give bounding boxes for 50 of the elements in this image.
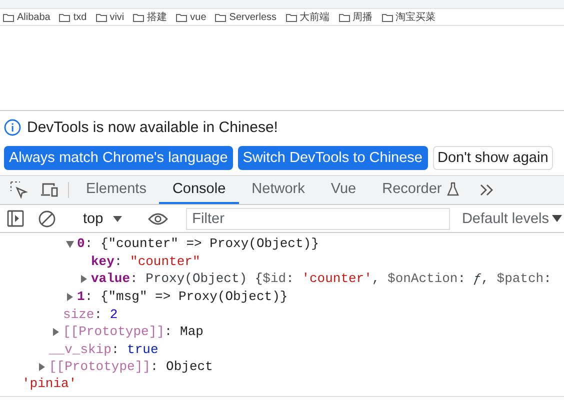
bookmark-link[interactable]: txd: [73, 12, 87, 22]
folder-icon: [3, 12, 14, 22]
bookmark-link[interactable]: vivi: [110, 12, 124, 22]
device-icon[interactable]: [40, 182, 58, 198]
more-tabs-icon[interactable]: [478, 184, 495, 196]
info-bar-button[interactable]: Switch DevTools to Chinese: [238, 146, 428, 170]
property-text: key: "counter": [91, 254, 200, 269]
bookmark-link[interactable]: 周播: [352, 10, 373, 24]
property-text: 0: {"counter" => Proxy(Object)}: [77, 236, 319, 252]
bookmark-link[interactable]: 淘宝买菜: [396, 10, 436, 24]
expanded-arrow-icon[interactable]: [64, 238, 77, 249]
property-text: size: 2: [63, 306, 118, 322]
folder-icon: [338, 12, 350, 22]
panel-tab[interactable]: Elements: [73, 176, 160, 204]
folder-icon: [382, 12, 393, 22]
bookmark-link[interactable]: 大前端: [300, 10, 330, 24]
bookmark-link[interactable]: Serverless: [229, 12, 277, 22]
filter-input[interactable]: Filter: [186, 208, 450, 230]
property-text: [[Prototype]]: Object: [49, 359, 213, 374]
context-dropdown[interactable]: top: [75, 210, 130, 226]
bookmark-link[interactable]: vue: [190, 12, 206, 22]
info-icon: [4, 119, 21, 136]
property-text: __v_skip: true: [49, 342, 158, 357]
panel-tab[interactable]: Console: [159, 176, 239, 204]
folder-icon: [286, 12, 297, 22]
sidebar-toggle-icon[interactable]: [6, 210, 24, 227]
property-text: value: Proxy(Object) {$id: 'counter', $onAction: ƒ, $patch:: [91, 271, 552, 286]
folder-icon: [133, 12, 144, 22]
property-text: [[Prototype]]: Map: [63, 324, 204, 340]
info-bar-button[interactable]: Always match Chrome's language: [4, 146, 233, 170]
panel-tab[interactable]: Network: [238, 176, 318, 204]
bookmark-link[interactable]: 搭建: [147, 10, 168, 24]
folder-icon: [59, 12, 70, 22]
dropdown-caret-icon: [113, 216, 122, 222]
folder-icon: [176, 12, 188, 22]
folder-icon: [96, 12, 107, 22]
inspect-icon[interactable]: [10, 181, 28, 199]
panel-tab[interactable]: Recorder: [369, 176, 472, 204]
bookmark-link[interactable]: Alibaba: [17, 12, 50, 22]
levels-dropdown[interactable]: Default levels: [452, 210, 564, 226]
flask-icon: [446, 182, 459, 196]
panel-tab[interactable]: Vue: [318, 176, 370, 204]
string-value: 'pinia': [21, 376, 78, 393]
dropdown-caret-icon: [552, 215, 562, 222]
clear-console-icon[interactable]: [38, 210, 56, 228]
eye-icon[interactable]: [148, 212, 168, 226]
property-text: 1: {"msg" => Proxy(Object)}: [77, 289, 288, 304]
info-bar-button[interactable]: Don't show again: [432, 146, 554, 170]
folder-icon: [215, 12, 226, 22]
info-message: DevTools is now available in Chinese!: [27, 119, 278, 136]
